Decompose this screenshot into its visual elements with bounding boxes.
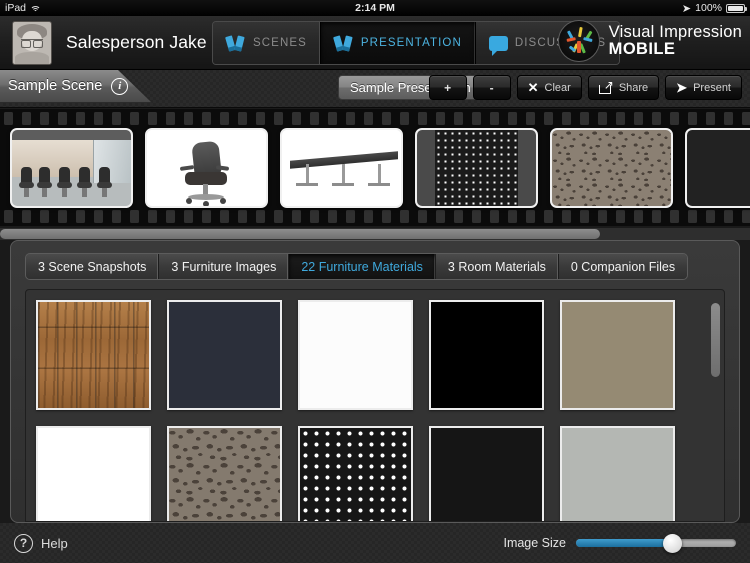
help-button[interactable]: ? Help <box>14 533 68 553</box>
dot-material-thumbnail <box>417 130 536 206</box>
material-swatch-deepblack[interactable] <box>429 426 544 521</box>
remove-button[interactable]: - <box>472 75 511 100</box>
app-header: Salesperson Jake SCENES PRESENTATION DIS… <box>0 16 750 70</box>
image-size-slider-fill <box>576 539 672 547</box>
frame-dot-material[interactable] <box>415 128 538 208</box>
remove-button-label: - <box>489 80 494 95</box>
tab-scene-snapshots[interactable]: 3 Scene Snapshots <box>26 254 160 279</box>
frame-leopard-material[interactable] <box>550 128 673 208</box>
help-label: Help <box>41 535 68 551</box>
share-button[interactable]: Share <box>587 75 660 100</box>
material-swatch-khaki[interactable] <box>560 300 675 410</box>
ios-status-bar: iPad 2:14 PM ➤ 100% <box>0 0 750 16</box>
nav-tab-presentation-label: PRESENTATION <box>360 37 462 49</box>
scene-name-label: Sample Scene <box>8 78 103 94</box>
material-grid-vertical-scrollbar[interactable] <box>711 298 720 513</box>
avatar[interactable] <box>12 20 52 65</box>
logo-line-1: Visual Impression <box>608 23 742 41</box>
user-name-label: Salesperson Jake <box>66 32 207 52</box>
tab-room-materials[interactable]: 3 Room Materials <box>435 254 559 279</box>
status-clock: 2:14 PM <box>355 2 395 14</box>
tab-room-materials-label: 3 Room Materials <box>447 259 546 274</box>
black-material-thumbnail <box>687 130 750 206</box>
material-grid <box>36 300 700 521</box>
nav-tab-scenes-label: SCENES <box>253 37 307 49</box>
frame-black-material[interactable] <box>685 128 750 208</box>
battery-icon <box>726 3 747 13</box>
nav-tab-presentation[interactable]: PRESENTATION <box>320 22 476 64</box>
material-swatch-navy[interactable] <box>167 300 282 410</box>
location-arrow-icon: ➤ <box>681 2 692 15</box>
leopard-material-thumbnail <box>552 130 671 206</box>
material-swatch-black[interactable] <box>429 300 544 410</box>
filmstrip-frames <box>10 128 750 208</box>
info-icon[interactable]: i <box>111 77 129 95</box>
present-button-label: Present <box>693 81 731 94</box>
material-swatch-white[interactable] <box>298 300 413 410</box>
add-button[interactable]: + <box>428 75 467 100</box>
share-button-label: Share <box>618 81 649 94</box>
room-photo-thumbnail <box>12 130 131 206</box>
play-arrow-icon: ➤ <box>676 80 688 95</box>
scene-name-tab[interactable]: Sample Scene i <box>0 70 152 103</box>
material-swatch-dots[interactable] <box>298 426 413 521</box>
tab-furniture-materials[interactable]: 22 Furniture Materials <box>289 254 436 279</box>
material-grid-scroll-area[interactable] <box>25 289 725 522</box>
app-root: iPad 2:14 PM ➤ 100% Salesperson Jake SCE… <box>0 0 750 563</box>
material-swatch-purewhite[interactable] <box>36 426 151 521</box>
add-button-label: + <box>444 80 452 95</box>
help-question-icon: ? <box>14 533 33 553</box>
filmstrip-scroll-thumb[interactable] <box>0 229 600 239</box>
tab-furniture-images-label: 3 Furniture Images <box>171 259 277 274</box>
visual-impression-logo-icon <box>557 20 600 62</box>
material-swatch-gray[interactable] <box>560 426 675 521</box>
table-product-thumbnail <box>282 130 401 206</box>
logo-text: Visual Impression MOBILE <box>609 24 742 58</box>
status-right: ➤ 100% <box>681 2 747 15</box>
tab-furniture-images[interactable]: 3 Furniture Images <box>159 254 290 279</box>
presentation-icon <box>332 34 354 52</box>
library-category-tabs: 3 Scene Snapshots 3 Furniture Images 22 … <box>25 253 689 280</box>
chair-product-thumbnail <box>147 130 266 206</box>
presentation-filmstrip[interactable] <box>0 109 750 226</box>
nav-tab-scenes[interactable]: SCENES <box>213 22 321 64</box>
image-size-control: Image Size <box>503 533 736 553</box>
frame-scene-photo[interactable] <box>10 128 133 208</box>
frame-chair-image[interactable] <box>145 128 268 208</box>
material-grid-scroll-thumb[interactable] <box>711 302 720 377</box>
film-sprockets-top <box>0 112 750 125</box>
present-button[interactable]: ➤ Present <box>665 75 742 100</box>
logo-line-2: MOBILE <box>608 40 676 58</box>
image-size-label: Image Size <box>503 536 566 550</box>
bottom-bar: ? Help Image Size <box>0 523 750 563</box>
image-size-slider[interactable] <box>576 533 736 553</box>
library-panel: 3 Scene Snapshots 3 Furniture Images 22 … <box>10 240 740 523</box>
share-icon <box>598 79 614 94</box>
tab-furniture-materials-label: 22 Furniture Materials <box>301 259 423 274</box>
close-x-icon: ✕ <box>527 80 539 95</box>
filmstrip-horizontal-scrollbar[interactable] <box>0 228 750 240</box>
toolbar-buttons: + - ✕ Clear Share ➤ Present <box>428 75 742 100</box>
clear-button-label: Clear <box>544 81 571 94</box>
tab-scene-snapshots-label: 3 Scene Snapshots <box>38 259 147 274</box>
discussions-bubble-icon <box>488 35 508 56</box>
material-swatch-wood[interactable] <box>36 300 151 410</box>
tab-companion-files[interactable]: 0 Companion Files <box>558 254 688 279</box>
app-logo: Visual Impression MOBILE <box>557 20 742 62</box>
frame-table-image[interactable] <box>280 128 403 208</box>
clear-button[interactable]: ✕ Clear <box>516 75 582 100</box>
image-size-slider-knob[interactable] <box>662 533 682 553</box>
tab-companion-files-label: 0 Companion Files <box>570 259 676 274</box>
scene-toolbar: Sample Scene i Sample Presentation + - ✕… <box>0 70 750 108</box>
material-swatch-leopard[interactable] <box>167 426 282 521</box>
battery-percent: 100% <box>695 2 722 14</box>
scenes-icon <box>225 34 246 52</box>
film-sprockets-bottom <box>0 210 750 223</box>
